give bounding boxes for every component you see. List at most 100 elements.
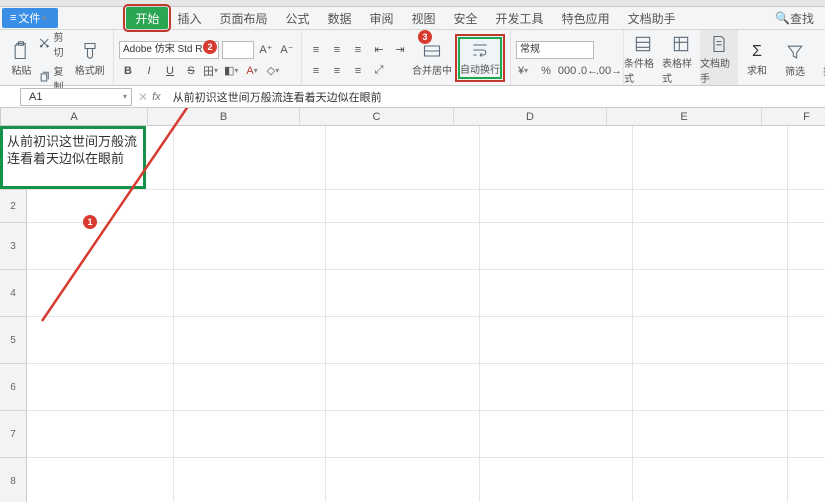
border-button[interactable]: 田▾: [203, 62, 221, 80]
cell[interactable]: [326, 126, 480, 189]
cell[interactable]: [480, 126, 633, 189]
cell[interactable]: [174, 317, 326, 363]
align-right-button[interactable]: ≡: [349, 62, 367, 80]
percent-button[interactable]: %: [537, 62, 555, 80]
cell[interactable]: [480, 458, 633, 502]
fx-icon[interactable]: fx: [152, 91, 161, 103]
cell[interactable]: [326, 411, 480, 457]
column-header[interactable]: E: [607, 108, 762, 125]
sum-button[interactable]: Σ 求和: [738, 30, 776, 85]
cell[interactable]: [174, 223, 326, 269]
row-header[interactable]: 8: [0, 458, 27, 502]
align-middle-button[interactable]: ≡: [328, 41, 346, 59]
cell[interactable]: [27, 270, 174, 316]
cell[interactable]: [788, 411, 825, 457]
tab-special[interactable]: 特色应用: [553, 7, 619, 29]
align-center-button[interactable]: ≡: [328, 62, 346, 80]
fill-color-button[interactable]: ◧▾: [224, 62, 242, 80]
cell[interactable]: [174, 190, 326, 222]
filter-button[interactable]: 筛选: [776, 30, 814, 85]
cell[interactable]: [174, 411, 326, 457]
cell[interactable]: [174, 458, 326, 502]
tab-data[interactable]: 数据: [318, 7, 360, 29]
cell[interactable]: [480, 411, 633, 457]
cell[interactable]: [480, 270, 633, 316]
tab-start[interactable]: 开始: [126, 7, 168, 29]
indent-right-button[interactable]: ⇥: [391, 41, 409, 59]
increase-font-button[interactable]: A⁺: [257, 41, 275, 59]
cell[interactable]: [788, 317, 825, 363]
decrease-decimal-button[interactable]: .00→: [600, 62, 618, 80]
cell[interactable]: [480, 364, 633, 410]
paste-button[interactable]: 粘贴: [5, 38, 38, 77]
format-painter-button[interactable]: 格式刷: [72, 38, 108, 77]
cell-a1[interactable]: 从前初识这世间万般流连看着天边似在眼前: [0, 126, 146, 189]
cell[interactable]: [633, 270, 788, 316]
italic-button[interactable]: I: [140, 62, 158, 80]
column-header[interactable]: D: [454, 108, 607, 125]
align-left-button[interactable]: ≡: [307, 62, 325, 80]
cell[interactable]: [27, 317, 174, 363]
cell[interactable]: [326, 223, 480, 269]
tab-security[interactable]: 安全: [445, 7, 487, 29]
cell[interactable]: [633, 458, 788, 502]
cell[interactable]: [788, 364, 825, 410]
cell[interactable]: [633, 411, 788, 457]
cell[interactable]: [633, 223, 788, 269]
cell[interactable]: [326, 317, 480, 363]
column-header[interactable]: B: [148, 108, 300, 125]
cell[interactable]: [788, 458, 825, 502]
align-top-button[interactable]: ≡: [307, 41, 325, 59]
column-header[interactable]: F: [762, 108, 825, 125]
increase-decimal-button[interactable]: .0←: [579, 62, 597, 80]
cell[interactable]: [326, 364, 480, 410]
underline-button[interactable]: U: [161, 62, 179, 80]
tab-developer[interactable]: 开发工具: [487, 7, 553, 29]
cell[interactable]: [326, 190, 480, 222]
cell[interactable]: [788, 190, 825, 222]
cell[interactable]: [480, 317, 633, 363]
table-style-button[interactable]: 表格样式: [662, 30, 700, 85]
search-label[interactable]: 🔍 查找: [766, 7, 823, 29]
indent-left-button[interactable]: ⇤: [370, 41, 388, 59]
cancel-icon[interactable]: ✕: [138, 90, 148, 104]
cell[interactable]: [27, 190, 174, 222]
cell[interactable]: [27, 458, 174, 502]
tab-page-layout[interactable]: 页面布局: [210, 7, 276, 29]
number-format-select[interactable]: 常规: [516, 41, 594, 59]
cell[interactable]: [27, 223, 174, 269]
row-header[interactable]: 2: [0, 190, 27, 223]
row-header[interactable]: 7: [0, 411, 27, 458]
merge-center-button[interactable]: 合并居中: [409, 38, 455, 77]
cell[interactable]: [174, 364, 326, 410]
cell[interactable]: [174, 270, 326, 316]
sort-button[interactable]: 排序: [814, 30, 825, 85]
cell[interactable]: [326, 270, 480, 316]
row-header[interactable]: 5: [0, 317, 27, 364]
row-header[interactable]: 4: [0, 270, 27, 317]
wrap-text-button[interactable]: 自动换行: [457, 36, 503, 80]
font-size-select[interactable]: [222, 41, 254, 59]
clear-format-button[interactable]: ◇▾: [266, 62, 284, 80]
cell[interactable]: [27, 411, 174, 457]
tab-review[interactable]: 审阅: [361, 7, 403, 29]
bold-button[interactable]: B: [119, 62, 137, 80]
name-box[interactable]: A1 ▾: [20, 88, 132, 106]
column-header[interactable]: A: [1, 108, 148, 125]
row-header[interactable]: 3: [0, 223, 27, 270]
cell[interactable]: [633, 317, 788, 363]
row-header[interactable]: 6: [0, 364, 27, 411]
cond-format-button[interactable]: 条件格式: [624, 30, 662, 85]
currency-button[interactable]: ¥▾: [516, 62, 534, 80]
cell[interactable]: [480, 190, 633, 222]
tab-doc-helper[interactable]: 文档助手: [619, 7, 685, 29]
strike-button[interactable]: S: [182, 62, 200, 80]
cell[interactable]: [788, 126, 825, 189]
tab-insert[interactable]: 插入: [168, 7, 210, 29]
cell[interactable]: [27, 364, 174, 410]
cell[interactable]: [633, 190, 788, 222]
decrease-font-button[interactable]: A⁻: [278, 41, 296, 59]
tab-view[interactable]: 视图: [403, 7, 445, 29]
align-bottom-button[interactable]: ≡: [349, 41, 367, 59]
cell[interactable]: [174, 126, 326, 189]
